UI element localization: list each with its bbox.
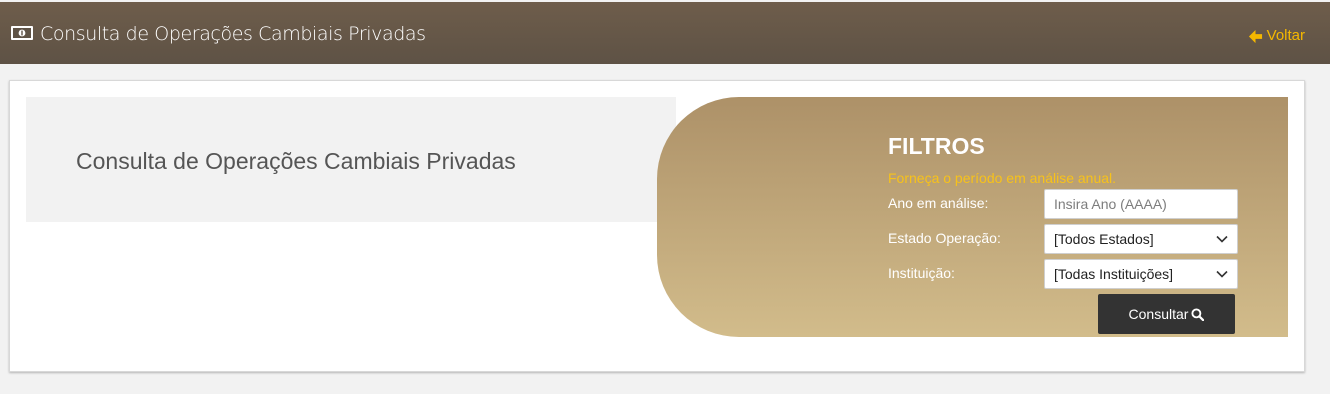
intro-banner: Consulta de Operações Cambiais Privadas [26, 97, 676, 222]
consult-button[interactable]: Consultar [1098, 294, 1235, 334]
banner-title: Consulta de Operações Cambiais Privadas [76, 148, 516, 174]
arrow-left-icon [1248, 29, 1262, 43]
money-bill-icon [11, 26, 33, 40]
page-header-title: Consulta de Operações Cambiais Privadas [40, 23, 426, 45]
institution-select-value: [Todas Instituições] [1054, 266, 1174, 282]
institution-label: Instituição: [888, 265, 955, 281]
consult-button-label: Consultar [1128, 306, 1189, 322]
filters-panel: FILTROS Forneça o período em análise anu… [657, 97, 1288, 337]
top-header: Consulta de Operações Cambiais Privadas … [0, 2, 1330, 64]
back-link[interactable]: Voltar [1248, 26, 1305, 46]
state-select-value: [Todos Estados] [1054, 231, 1154, 247]
year-input[interactable]: Insira Ano (AAAA) [1044, 189, 1238, 219]
chevron-down-icon [1216, 270, 1228, 278]
state-label: Estado Operação: [888, 230, 1001, 246]
year-label: Ano em análise: [888, 195, 989, 211]
institution-select[interactable]: [Todas Instituições] [1044, 259, 1238, 289]
filters-hint: Forneça o período em análise anual. [888, 170, 1117, 186]
back-link-label: Voltar [1266, 27, 1305, 44]
search-icon [1191, 307, 1205, 321]
year-input-placeholder: Insira Ano (AAAA) [1054, 196, 1167, 212]
chevron-down-icon [1216, 235, 1228, 243]
content-card: Consulta de Operações Cambiais Privadas … [9, 80, 1305, 372]
state-select[interactable]: [Todos Estados] [1044, 224, 1238, 254]
filters-title: FILTROS [888, 133, 985, 159]
